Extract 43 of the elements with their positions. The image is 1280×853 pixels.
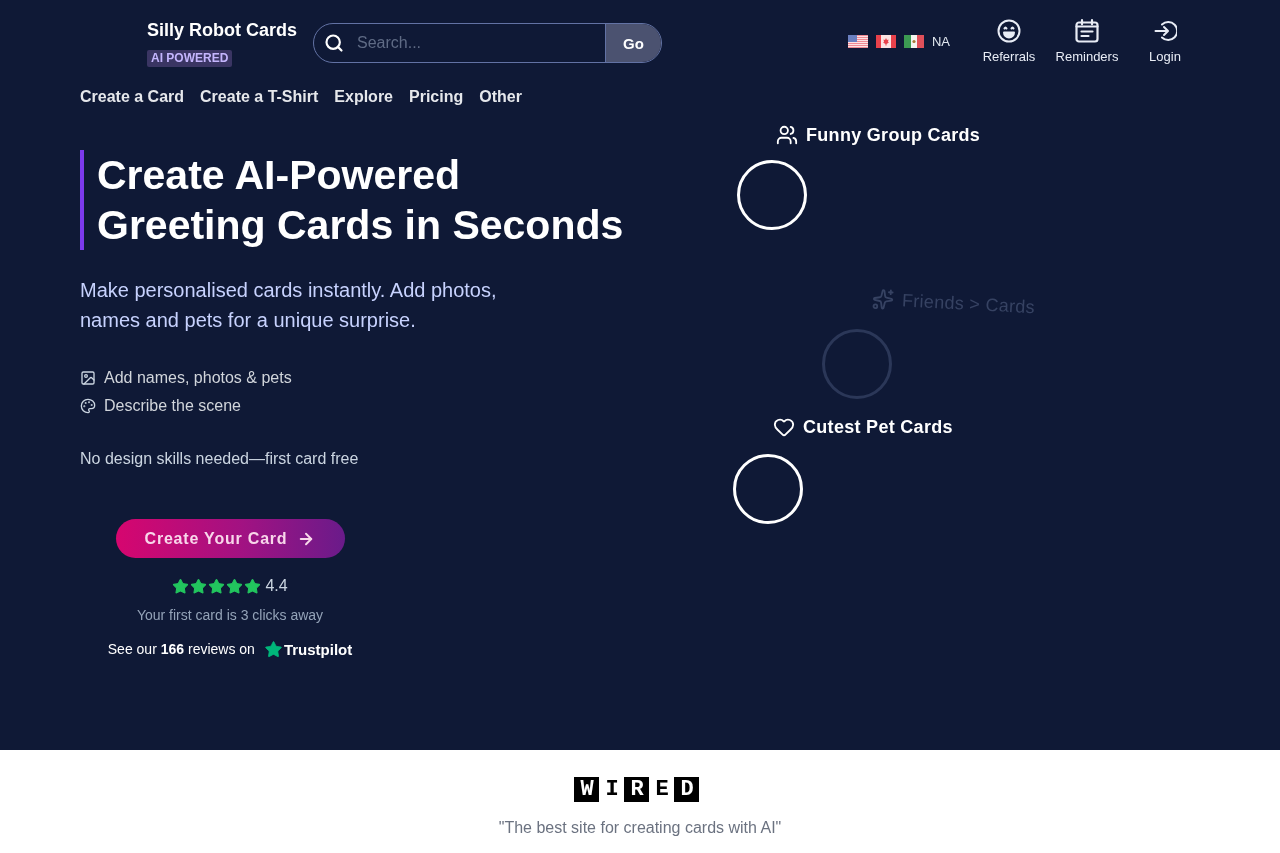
region-label[interactable]: NA [931,35,950,48]
star-icon [172,577,190,595]
calendar-icon [1075,19,1099,43]
brand-name[interactable]: Silly Robot Cards [147,19,298,41]
heart-icon [773,416,795,438]
nav-link[interactable]: Create a T-Shirt [200,87,319,110]
star-icon [244,577,262,595]
mexico-flag-icon[interactable] [903,35,924,48]
star-icon [226,577,244,595]
header-action-link[interactable]: Login [1126,19,1204,65]
palette-icon [80,398,96,414]
image-icon [80,370,96,386]
rating-score: 4.4 [265,577,288,595]
nav-link[interactable]: Explore [334,87,393,110]
hero-subtitle: Make personalised cards instantly. Add photos, names and pets for a unique surprise. [80,278,497,333]
hero-heading: Create AI-Powered Greeting Cards in Seconds [80,150,624,250]
slide-title[interactable]: Funny Group Cards [806,124,981,146]
star-icon [208,577,226,595]
press-quote: "The best site for creating cards with AI" [498,818,782,838]
login-icon [1153,19,1177,43]
star-icon [263,639,283,659]
star-icon [190,577,208,595]
trustpilot-wordmark[interactable]: Trustpilot [283,640,353,658]
slide-title[interactable]: Cutest Pet Cards [803,416,953,438]
hero-note: No design skills needed—first card free [80,449,359,469]
nav-link[interactable]: Create a Card [80,87,185,110]
feature-text: Describe the scene [104,397,241,415]
search-icon [324,33,345,53]
cta-tagline: Your first card is 3 clicks away [136,606,324,625]
header-action-link[interactable]: Reminders [1048,19,1126,65]
go-button[interactable]: Go [605,24,662,62]
ai-powered-badge: AI POWERED [147,50,233,67]
sparkle-icon [871,287,895,311]
us-flag-icon[interactable] [847,35,868,48]
canada-flag-icon[interactable] [875,35,896,48]
nav-link[interactable]: Other [479,87,522,110]
feature-text: Add names, photos & pets [104,369,292,387]
header-action-link[interactable]: Referrals [970,19,1048,65]
reviews-text: See our 166 reviews on [107,641,255,657]
users-icon [776,124,798,146]
nav-link[interactable]: Pricing [409,87,464,110]
smiley-icon [997,19,1021,43]
create-card-button[interactable]: Create Your Card [115,519,345,558]
